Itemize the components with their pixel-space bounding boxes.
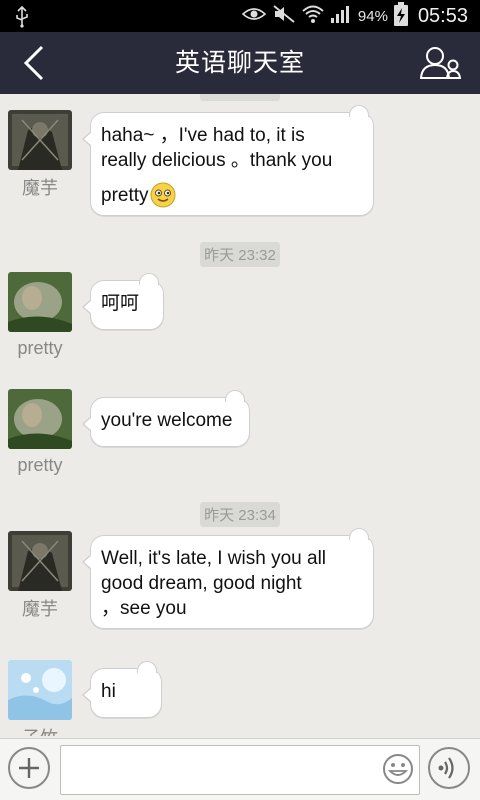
message-bubble[interactable]: you're welcome (82, 390, 250, 447)
avatar[interactable] (8, 272, 72, 332)
voice-button[interactable] (428, 747, 470, 789)
message-text: really delicious 。thank you (101, 150, 333, 171)
avatar[interactable] (8, 389, 72, 449)
message-text: Well, it's late, I wish you all (101, 548, 327, 569)
title-bar: 英语聊天室 (0, 32, 480, 94)
sender-name: 魔芋 (22, 599, 58, 619)
chat-list[interactable]: 魔芋 haha~ ，I've had to, it is really deli… (0, 94, 480, 738)
timestamp-text: 昨天 23:32 (200, 242, 280, 267)
eye-icon (241, 6, 267, 27)
usb-icon (14, 5, 30, 33)
chat-screen: 94% 05:53 英语聊天室 魔芋 haha~ ，I've had to, i… (0, 0, 480, 800)
battery-charging-icon (393, 1, 408, 31)
message-text: ，see you (101, 598, 187, 619)
timestamp-divider: 昨天 23:32 (0, 242, 480, 267)
previous-timestamp-stub (200, 94, 280, 101)
wifi-icon (302, 4, 324, 29)
add-attachment-button[interactable] (8, 747, 50, 789)
message-text: hi (101, 681, 116, 702)
avatar[interactable] (8, 531, 72, 591)
message-text: you're welcome (101, 410, 233, 431)
avatar[interactable] (8, 660, 72, 720)
emoji-button[interactable] (382, 753, 414, 785)
message-bubble[interactable]: 呵呵 (82, 273, 164, 330)
sender-name: 子竹 (0, 724, 80, 736)
message-text: haha~ ，I've had to, it is (101, 125, 305, 146)
sender-name: pretty (17, 338, 63, 358)
page-title: 英语聊天室 (174, 49, 305, 77)
message-bubble[interactable]: haha~ ，I've had to, it is really delicio… (82, 105, 374, 216)
smiley-icon (383, 754, 413, 784)
battery-percent: 94% (357, 7, 388, 25)
signal-icon (330, 4, 352, 29)
message-input[interactable] (60, 745, 420, 795)
status-bar: 94% 05:53 (0, 0, 480, 32)
timestamp-divider: 昨天 23:34 (0, 502, 480, 527)
sender-name: 魔芋 (22, 178, 58, 198)
message-text: 呵呵 (101, 293, 140, 314)
sender-name: pretty (17, 455, 63, 475)
members-button[interactable] (418, 42, 464, 84)
message-bubble[interactable]: hi (82, 661, 162, 718)
avatar[interactable] (8, 110, 72, 170)
input-bar (0, 738, 480, 800)
sound-waves-icon (438, 757, 454, 779)
mute-icon (272, 4, 296, 29)
message-bubble[interactable]: Well, it's late, I wish you all good dre… (82, 528, 374, 629)
message-text: good dream, good night (101, 573, 302, 594)
smiley-emoji-icon (150, 182, 176, 208)
back-button[interactable] (14, 40, 54, 86)
plus-icon (19, 758, 39, 778)
chevron-left-icon (23, 45, 44, 81)
message-text: pretty (101, 184, 149, 206)
timestamp-text: 昨天 23:34 (200, 502, 280, 527)
clock: 05:53 (417, 4, 468, 27)
group-members-icon (420, 47, 462, 79)
